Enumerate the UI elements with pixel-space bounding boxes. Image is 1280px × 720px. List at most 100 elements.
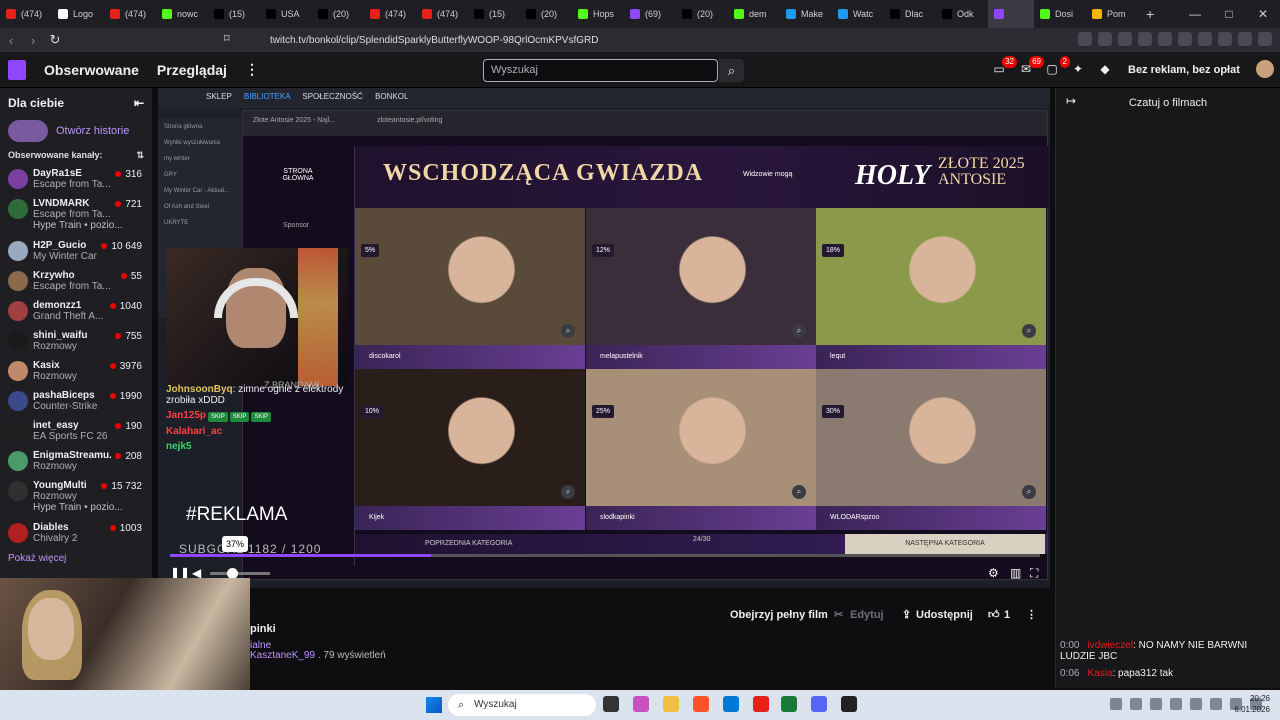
followed-channel[interactable]: DayRa1sE Escape from Ta... 316 (0, 165, 152, 195)
user-avatar[interactable] (1256, 60, 1274, 78)
turbo-adfree-button[interactable]: Bez reklam, bez opłat (1128, 64, 1240, 76)
stories-button[interactable]: Otwórz historie (0, 120, 152, 142)
sort-icon[interactable]: ⇅ (136, 150, 144, 161)
progress-bar[interactable] (170, 554, 1040, 557)
browser-tab[interactable]: (474) (0, 0, 52, 28)
browser-tab[interactable]: Pom (1086, 0, 1138, 28)
more-icon[interactable]: ⋮ (245, 61, 259, 78)
followed-channel[interactable]: Krzywho Escape from Ta... 55 (0, 267, 152, 297)
followed-channel[interactable]: YoungMulti Rozmowy Hype Train • pozio... 15… (0, 477, 152, 519)
clip-video-player[interactable]: SKLEP BIBLIOTEKA SPOŁECZNOŚĆ BONKOL Stro… (158, 88, 1050, 588)
settings-icon[interactable]: ⚙ (988, 566, 999, 580)
extension-icon[interactable] (1258, 32, 1272, 46)
followed-channel[interactable]: demonzz1 Grand Theft A... 1040 (0, 297, 152, 327)
back-icon[interactable]: ‹ (0, 33, 22, 48)
microphone-icon[interactable] (1190, 698, 1202, 710)
followed-channel[interactable]: Diables Chivalry 2 1003 (0, 519, 152, 549)
extension-icon[interactable] (1238, 32, 1252, 46)
bits-icon[interactable]: ◆ (1096, 62, 1114, 78)
followed-channel[interactable]: inet_easy EA Sports FC 26 190 (0, 417, 152, 447)
nav-browse[interactable]: Przeglądaj (157, 62, 227, 78)
like-icon[interactable]: 👍︎ (988, 605, 1000, 625)
brave-icon[interactable] (693, 696, 709, 712)
followed-channel[interactable]: Kasix Rozmowy 3976 (0, 357, 152, 387)
collapse-sidebar-icon[interactable]: ⇤ (134, 96, 144, 110)
browser-tab[interactable]: USA (260, 0, 312, 28)
bookmark-icon[interactable]: ⌑ (224, 32, 230, 45)
wifi-icon[interactable] (1210, 698, 1222, 710)
browser-tab[interactable]: (20) (520, 0, 572, 28)
extension-icon[interactable] (1158, 32, 1172, 46)
extension-icon[interactable] (1178, 32, 1192, 46)
extension-icon[interactable] (1218, 32, 1232, 46)
notifications-icon[interactable]: ▢ 2 (1043, 56, 1070, 78)
extension-icon[interactable] (1198, 32, 1212, 46)
browser-tab[interactable]: Watc (832, 0, 884, 28)
browser-tab[interactable]: (474) (416, 0, 468, 28)
inbox-icon[interactable]: ▭ 32 (990, 56, 1017, 78)
search-input[interactable]: Wyszukaj (483, 59, 718, 82)
share-button[interactable]: Udostępnij (916, 605, 973, 625)
whispers-icon[interactable]: ✉ 69 (1017, 56, 1044, 78)
browser-tab[interactable]: Odk (936, 0, 988, 28)
browser-tab[interactable]: Dlac (884, 0, 936, 28)
watch-full-video-button[interactable]: Obejrzyj pełny film (730, 605, 828, 625)
store-icon[interactable] (723, 696, 739, 712)
followed-channel[interactable]: H2P_Gucio My Winter Car 10 649 (0, 237, 152, 267)
theatre-mode-icon[interactable]: ▥ (1010, 566, 1021, 580)
extension-icon[interactable] (1118, 32, 1132, 46)
file-explorer-icon[interactable] (663, 696, 679, 712)
volume-slider[interactable] (210, 568, 270, 579)
share-icon[interactable]: ⇪ (902, 605, 911, 625)
twitch-logo-icon[interactable] (8, 59, 26, 80)
obs-icon[interactable] (841, 696, 857, 712)
url-field[interactable]: twitch.tv/bonkol/clip/SplendidSparklyBut… (250, 32, 980, 49)
extension-icon[interactable] (1098, 32, 1112, 46)
clip-author[interactable]: KasztaneK_99 (250, 650, 315, 661)
copilot-icon[interactable] (633, 696, 649, 712)
windows-start-icon[interactable] (426, 697, 442, 713)
forward-icon[interactable]: › (22, 33, 44, 48)
browser-tab[interactable]: (474) (104, 0, 156, 28)
maximize-icon[interactable]: □ (1212, 7, 1246, 21)
browser-tab[interactable]: (20) (676, 0, 728, 28)
browser-tab[interactable]: Logo (52, 0, 104, 28)
fullscreen-icon[interactable]: ⛶ (1030, 566, 1038, 581)
browser-tab[interactable]: Make (780, 0, 832, 28)
tray-app-icon[interactable] (1150, 698, 1162, 710)
browser-tab[interactable] (988, 0, 1034, 28)
browser-tab[interactable]: nowc (156, 0, 208, 28)
collapse-chat-icon[interactable]: ↦ (1066, 94, 1076, 108)
browser-tab[interactable]: (15) (468, 0, 520, 28)
tray-app-icon[interactable] (1170, 698, 1182, 710)
search-icon[interactable]: ⌕ (719, 59, 744, 82)
browser-tab[interactable]: Hops (572, 0, 624, 28)
new-tab-button[interactable]: + (1146, 6, 1154, 22)
nav-following[interactable]: Obserwowane (44, 62, 139, 78)
taskbar-search[interactable]: Wyszukaj (448, 694, 596, 716)
browser-tab[interactable]: (20) (312, 0, 364, 28)
extension-icon[interactable] (1138, 32, 1152, 46)
close-icon[interactable]: ✕ (1246, 7, 1280, 21)
tray-app-icon[interactable] (1130, 698, 1142, 710)
followed-channel[interactable]: pashaBiceps Counter-Strike 1990 (0, 387, 152, 417)
tray-chevron-icon[interactable] (1110, 698, 1122, 710)
calculator-icon[interactable] (781, 696, 797, 712)
extension-icon[interactable] (1078, 32, 1092, 46)
task-view-icon[interactable] (603, 696, 619, 712)
browser-tab[interactable]: (15) (208, 0, 260, 28)
reload-icon[interactable]: ↻ (44, 32, 66, 48)
discord-icon[interactable] (811, 696, 827, 712)
browser-tab[interactable]: (69) (624, 0, 676, 28)
browser-tab[interactable]: dem (728, 0, 780, 28)
clock[interactable]: 20:26 6.01.2026 (1234, 693, 1270, 715)
browser-tab[interactable]: Dosi (1034, 0, 1086, 28)
followed-channel[interactable]: shini_waifu Rozmowy 755 (0, 327, 152, 357)
extension-icon[interactable]: ✦ (1069, 62, 1087, 78)
browser-tab[interactable]: (474) (364, 0, 416, 28)
minimize-icon[interactable]: — (1178, 7, 1212, 21)
show-more-link[interactable]: Pokaż więcej (0, 549, 152, 568)
more-options-icon[interactable]: ⋮ (1026, 605, 1037, 625)
followed-channel[interactable]: EnigmaStreamu... Rozmowy 208 (0, 447, 152, 477)
followed-channel[interactable]: LVNDMARK Escape from Ta... Hype Train • po… (0, 195, 152, 237)
